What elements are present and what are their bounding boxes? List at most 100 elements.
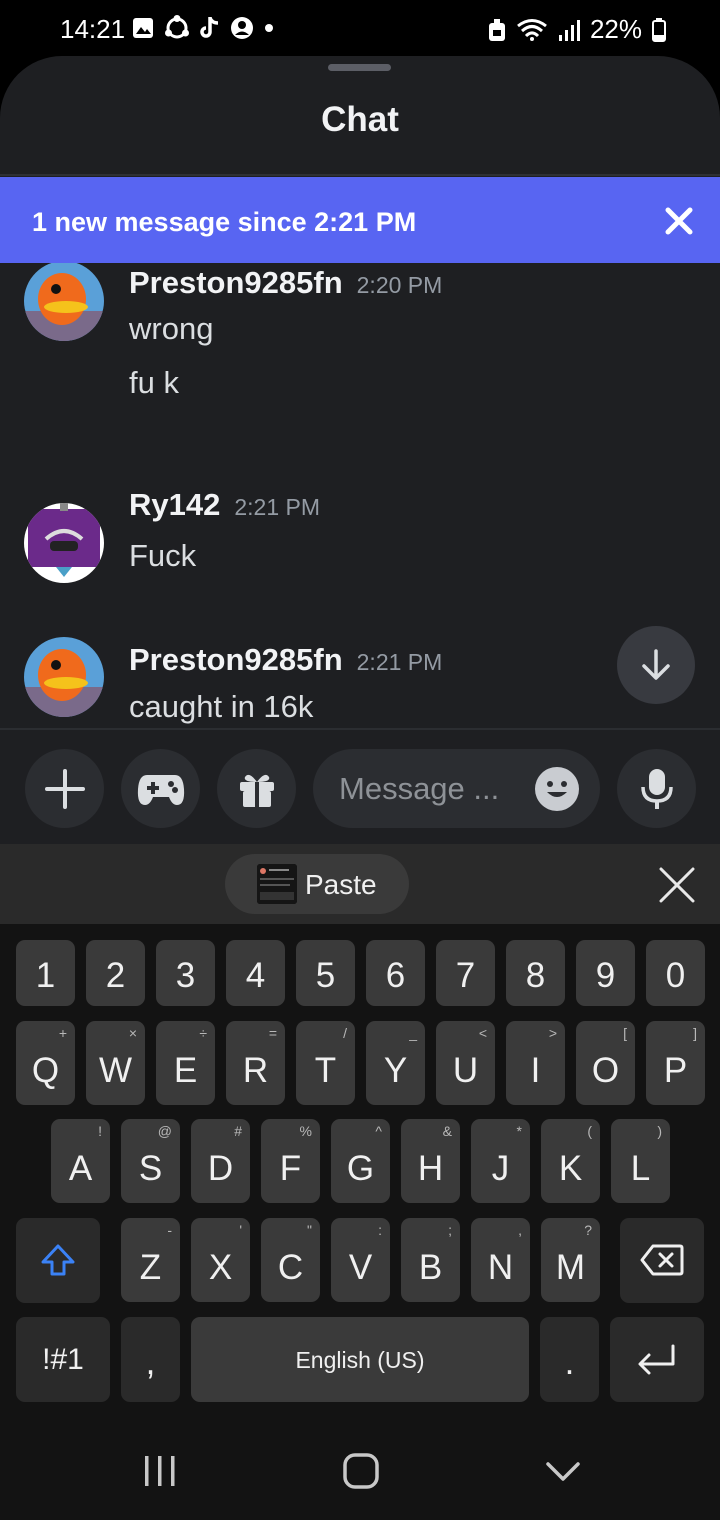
key[interactable]: _ Y (366, 1021, 425, 1105)
key[interactable]: > I (506, 1021, 565, 1105)
key[interactable]: 6 (366, 940, 425, 1006)
key[interactable]: 1 (16, 940, 75, 1006)
key[interactable]: / T (296, 1021, 355, 1105)
add-attachment-button[interactable] (25, 749, 104, 828)
key-label: 0 (665, 956, 686, 995)
message-text: fu k (129, 365, 179, 400)
author-name[interactable]: Ry142 (129, 487, 220, 522)
jump-to-latest-button[interactable] (617, 626, 695, 704)
key[interactable]: ' X (191, 1218, 250, 1302)
alarm-lock-icon (488, 18, 505, 41)
key-label: Z (139, 1248, 162, 1287)
shift-key[interactable] (16, 1218, 100, 1303)
sheet-drag-handle[interactable] (328, 64, 391, 71)
space-key-label: English (US) (295, 1347, 425, 1373)
key[interactable]: 7 (436, 940, 495, 1006)
key[interactable]: ] P (646, 1021, 705, 1105)
period-key[interactable]: . (540, 1317, 599, 1402)
author-name[interactable]: Preston9285fn (129, 265, 343, 300)
new-messages-banner[interactable]: 1 new message since 2:21 PM (0, 177, 720, 263)
key[interactable]: 3 (156, 940, 215, 1006)
key-label: M (555, 1248, 586, 1287)
status-time: 14:21 (60, 14, 126, 44)
new-messages-text: 1 new message since 2:21 PM (32, 207, 417, 237)
key[interactable]: :V (331, 1218, 390, 1302)
space-key[interactable]: English (US) (191, 1317, 529, 1402)
message-author[interactable]: Preston9285fn 2:20 PM (129, 265, 442, 301)
message-input[interactable]: Message ... (313, 749, 600, 828)
key-label: 9 (595, 956, 616, 995)
key-label: B (418, 1248, 443, 1287)
key-label: Q (31, 1051, 60, 1090)
enter-key[interactable] (610, 1317, 704, 1402)
key[interactable]: @ S (121, 1119, 180, 1203)
smile-icon (536, 768, 578, 810)
fishstick-avatar-icon (24, 637, 104, 717)
arrow-down-icon (642, 649, 670, 680)
key[interactable]: % F (261, 1119, 320, 1203)
close-icon[interactable] (662, 204, 696, 238)
key-label: H (417, 1149, 444, 1188)
key[interactable]: " C (261, 1218, 320, 1302)
key[interactable]: 9 (576, 940, 635, 1006)
key[interactable]: & H (401, 1119, 460, 1203)
key-label: O (591, 1051, 620, 1090)
avatar[interactable] (24, 637, 104, 717)
key-hint: : (378, 1222, 382, 1238)
activities-button[interactable] (121, 749, 200, 828)
key[interactable]: ? M (541, 1218, 600, 1302)
key[interactable]: + Q (16, 1021, 75, 1105)
keyboard-toolbar: Paste (0, 844, 720, 924)
home-icon[interactable] (342, 1452, 380, 1490)
key[interactable]: × W (86, 1021, 145, 1105)
author-name[interactable]: Preston9285fn (129, 642, 343, 677)
key-label: 6 (385, 956, 406, 995)
recent-apps-icon[interactable] (142, 1454, 178, 1488)
avatar[interactable] (24, 263, 104, 341)
key[interactable]: ; B (401, 1218, 460, 1302)
key[interactable]: < U (436, 1021, 495, 1105)
voice-message-button[interactable] (617, 749, 696, 828)
close-icon[interactable] (656, 864, 698, 906)
avatar[interactable] (24, 503, 104, 583)
comma-key[interactable]: , (121, 1317, 180, 1402)
key[interactable]: ) L (611, 1119, 670, 1203)
symbols-key[interactable]: !#1 (16, 1317, 110, 1402)
gift-icon (239, 774, 274, 807)
message-timestamp: 2:20 PM (356, 272, 443, 298)
key[interactable]: ! A (51, 1119, 110, 1203)
message-author[interactable]: Preston9285fn 2:21 PM (129, 642, 442, 678)
back-chevron-down-icon[interactable] (545, 1460, 581, 1484)
gift-button[interactable] (217, 749, 296, 828)
key-hint: @ (157, 1123, 172, 1139)
key[interactable]: ^ G (331, 1119, 390, 1203)
key[interactable]: 2 (86, 940, 145, 1006)
message-text: caught in 16k (129, 689, 314, 724)
message-author[interactable]: Ry142 2:21 PM (129, 487, 320, 523)
key-hint: " (307, 1222, 312, 1238)
key[interactable]: 8 (506, 940, 565, 1006)
shift-arrow-icon (41, 1244, 75, 1276)
key[interactable]: [O (576, 1021, 635, 1105)
key[interactable]: ,N (471, 1218, 530, 1302)
gallery-icon (133, 18, 153, 38)
purple-character-avatar-icon (24, 503, 104, 583)
message-list[interactable]: Preston9285fn 2:20 PM wrong fu k Ry142 2:2… (0, 263, 720, 728)
key[interactable]: -Z (121, 1218, 180, 1302)
key[interactable]: = R (226, 1021, 285, 1105)
key[interactable]: 4 (226, 940, 285, 1006)
key[interactable]: ÷ E (156, 1021, 215, 1105)
key-hint: ] (693, 1025, 697, 1041)
backspace-key[interactable] (620, 1218, 704, 1303)
status-bar: 14:21 22% (0, 0, 720, 58)
emoji-button[interactable] (535, 767, 579, 811)
key[interactable]: # D (191, 1119, 250, 1203)
message-timestamp: 2:21 PM (234, 494, 321, 520)
key-hint: < (478, 1025, 487, 1041)
key-hint: - (167, 1222, 172, 1238)
paste-button[interactable]: Paste (225, 854, 409, 914)
key[interactable]: 0 (646, 940, 705, 1006)
key[interactable]: * J (471, 1119, 530, 1203)
key[interactable]: 5 (296, 940, 355, 1006)
key[interactable]: (K (541, 1119, 600, 1203)
